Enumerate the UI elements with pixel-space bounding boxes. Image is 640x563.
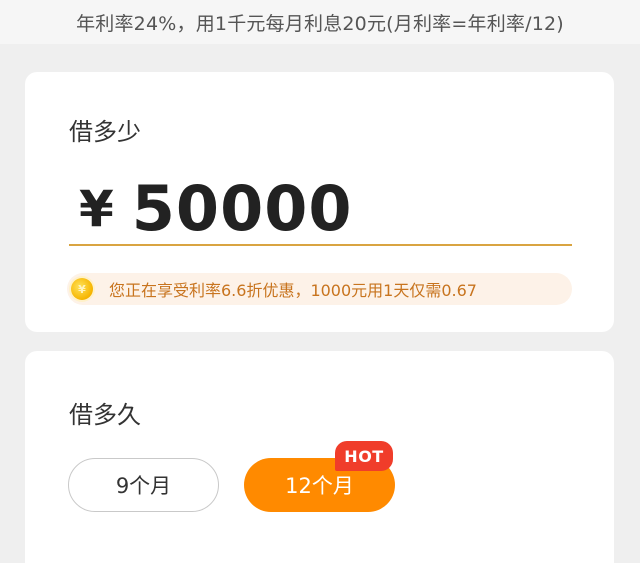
loan-term-card: 借多久 9个月 12个月 HOT — [25, 351, 614, 563]
promo-banner: ¥ 您正在享受利率6.6折优惠，1000元用1天仅需0.67 — [67, 273, 572, 305]
loan-amount-title: 借多少 — [69, 118, 141, 146]
coin-icon: ¥ — [71, 278, 93, 300]
interest-info-banner: 年利率24%，用1千元每月利息20元(月利率=年利率/12) — [0, 0, 640, 44]
interest-info-text: 年利率24%，用1千元每月利息20元(月利率=年利率/12) — [76, 12, 564, 35]
hot-badge: HOT — [335, 441, 393, 471]
loan-amount-card: 借多少 ¥ 50000 ¥ 您正在享受利率6.6折优惠，1000元用1天仅需0.… — [25, 72, 614, 332]
promo-text: 您正在享受利率6.6折优惠，1000元用1天仅需0.67 — [109, 281, 477, 300]
loan-amount-value[interactable]: 50000 — [132, 174, 353, 244]
currency-symbol: ¥ — [79, 180, 114, 238]
term-option-9-months[interactable]: 9个月 — [68, 458, 219, 512]
loan-term-title: 借多久 — [69, 401, 141, 429]
loan-amount-input[interactable]: ¥ 50000 — [69, 170, 572, 246]
